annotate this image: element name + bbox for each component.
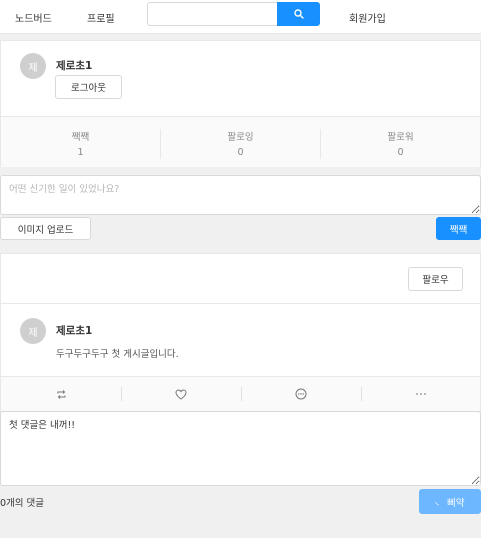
comment-count: 0개의 댓글	[0, 498, 45, 509]
stat-tweets-label: 짹짹	[71, 132, 90, 143]
post-textarea[interactable]	[0, 175, 481, 215]
post-author-avatar: 제	[20, 318, 46, 344]
more-options-button[interactable]	[361, 377, 481, 411]
heart-icon	[175, 388, 187, 400]
avatar: 제	[20, 53, 46, 79]
post-submit-button[interactable]: 짹짹	[436, 217, 481, 240]
stat-following-label: 팔로잉	[227, 132, 254, 143]
search-icon	[293, 9, 304, 19]
stat-followers-value: 0	[397, 147, 404, 158]
stat-tweets: 짹짹 1	[1, 117, 160, 167]
comment-textarea[interactable]	[0, 411, 481, 486]
stat-following-value: 0	[237, 147, 244, 158]
retweet-icon	[57, 389, 65, 399]
comment-submit-button[interactable]: ◟ 삐약	[419, 489, 481, 514]
search-bar	[147, 2, 320, 26]
image-upload-button[interactable]: 이미지 업로드	[0, 217, 91, 240]
user-profile-card: 제 제로초1 로그아웃 짹짹 1 팔로잉 0 팔로워 0	[0, 40, 481, 167]
nav-home-link[interactable]: 노드버드	[15, 10, 52, 25]
nav-profile-link[interactable]: 프로필	[87, 10, 115, 25]
user-stats-bar: 짹짹 1 팔로잉 0 팔로워 0	[1, 116, 480, 167]
logout-button[interactable]: 로그아웃	[55, 75, 122, 99]
search-button[interactable]	[277, 2, 320, 26]
comment-icon	[295, 388, 307, 400]
stat-followers-label: 팔로워	[387, 132, 414, 143]
top-navigation: 노드버드 프로필 회원가입	[0, 0, 481, 34]
nav-signup-link[interactable]: 회원가입	[349, 10, 386, 25]
post-content: 두구두구두구 첫 게시글입니다.	[56, 349, 179, 360]
stat-tweets-value: 1	[77, 147, 84, 158]
post-author-name: 제로초1	[56, 325, 93, 337]
post-card: 팔로우 제 제로초1 두구두구두구 첫 게시글입니다.	[0, 253, 481, 412]
loading-icon: ◟	[435, 496, 440, 507]
user-nickname: 제로초1	[56, 60, 93, 72]
like-button[interactable]	[121, 377, 241, 411]
comment-button[interactable]	[241, 377, 361, 411]
ellipsis-icon	[416, 393, 426, 395]
search-input[interactable]	[147, 2, 278, 26]
follow-button[interactable]: 팔로우	[408, 267, 463, 291]
retweet-button[interactable]	[1, 377, 121, 411]
comment-submit-label: 삐약	[447, 497, 465, 509]
stat-followers: 팔로워 0	[321, 117, 480, 167]
divider	[1, 303, 480, 304]
post-actions-bar	[1, 376, 480, 411]
stat-following: 팔로잉 0	[161, 117, 320, 167]
